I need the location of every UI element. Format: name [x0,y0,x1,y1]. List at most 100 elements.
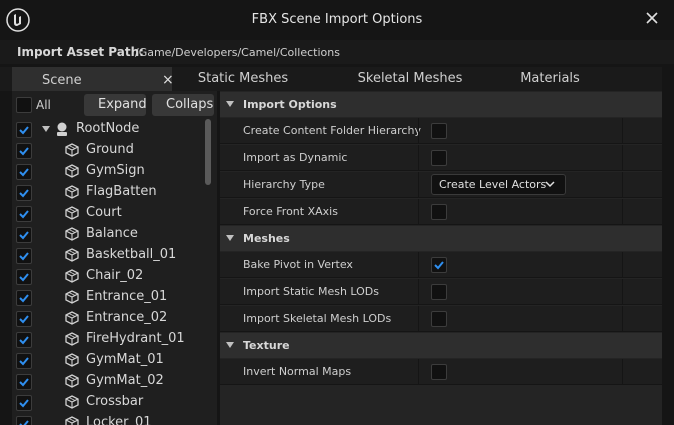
import-path-row: Import Asset Path: /Game/Developers/Came… [0,40,674,64]
tree-item-row[interactable]: Entrance_01 [12,287,207,308]
hierarchy-type-dropdown[interactable]: Create Level Actors [431,174,566,195]
column-divider[interactable] [418,118,419,144]
tab-skeletal-meshes[interactable]: Skeletal Meshes [330,67,490,91]
property-checkbox[interactable] [431,204,447,220]
tree-item-row[interactable]: FireHydrant_01 [12,329,207,350]
property-label: Create Content Folder Hierarchy [243,124,421,137]
property-checkbox[interactable] [431,311,447,327]
property-checkbox[interactable] [431,364,447,380]
property-row: Create Content Folder Hierarchy [220,118,662,144]
column-divider[interactable] [418,172,419,198]
chevron-down-icon [226,342,234,348]
property-checkbox[interactable] [431,284,447,300]
column-divider[interactable] [418,145,419,171]
checkmark-icon [19,231,29,240]
tree-item-checkbox[interactable] [16,164,32,180]
expand-button[interactable]: Expand [84,94,146,116]
static-mesh-icon [65,332,79,346]
tree-item-checkbox[interactable] [16,374,32,390]
tree-item-row[interactable]: Entrance_02 [12,308,207,329]
column-divider [622,252,623,278]
property-checkbox[interactable] [431,123,447,139]
tree-item-checkbox[interactable] [16,248,32,264]
tree-item-row[interactable]: GymMat_02 [12,371,207,392]
tree-item-label: GymMat_02 [86,373,164,388]
tab-label: Static Meshes [197,71,289,86]
column-divider[interactable] [418,252,419,278]
import-path-value: /Game/Developers/Camel/Collections [135,46,340,59]
tree-item-row[interactable]: Chair_02 [12,266,207,287]
checkmark-icon [19,273,29,282]
root-checkbox[interactable] [16,122,32,138]
tree-item-checkbox[interactable] [16,332,32,348]
collapse-button[interactable]: Collapse [152,94,214,116]
static-mesh-icon [65,290,79,304]
collapse-button-label: Collapse [166,97,214,112]
tree-item-checkbox[interactable] [16,290,32,306]
tree-item-checkbox[interactable] [16,206,32,222]
tree-item-label: Balance [86,226,138,241]
tree-item-label: FlagBatten [86,184,157,199]
checkmark-icon [19,189,29,198]
chevron-down-icon [226,235,234,241]
chevron-down-icon [545,181,555,188]
tree-item-row[interactable]: GymMat_01 [12,350,207,371]
column-divider [622,118,623,144]
tree-item-row[interactable]: Balance [12,224,207,245]
property-row: Import Static Mesh LODs [220,279,662,305]
section-header[interactable]: Import Options [220,92,662,117]
checkmark-icon [19,336,29,345]
section-header[interactable]: Meshes [220,226,662,251]
column-divider[interactable] [418,359,419,385]
close-icon[interactable] [642,8,662,28]
section-header[interactable]: Texture [220,333,662,358]
tree-item-label: Court [86,205,122,220]
property-label: Invert Normal Maps [243,365,352,378]
tab-static-meshes[interactable]: Static Meshes [172,67,314,91]
tree-item-checkbox[interactable] [16,185,32,201]
checkmark-icon [19,147,29,156]
expand-arrow-icon[interactable] [41,125,51,133]
property-label: Force Front XAxis [243,205,338,218]
tree-item-checkbox[interactable] [16,311,32,327]
tree-item-checkbox[interactable] [16,269,32,285]
title-bar: FBX Scene Import Options [0,0,674,40]
tree-item-row[interactable]: FlagBatten [12,182,207,203]
checkmark-icon [19,210,29,219]
tree-item-row[interactable]: Ground [12,140,207,161]
column-divider[interactable] [418,279,419,305]
tree-scrollbar[interactable] [205,119,211,185]
property-label: Hierarchy Type [243,178,325,191]
import-path-label: Import Asset Path: [17,45,144,59]
checkmark-icon [434,261,444,270]
all-checkbox[interactable] [16,97,32,113]
tree-root-row[interactable]: RootNode [12,119,207,140]
checkmark-icon [19,252,29,261]
tab-materials[interactable]: Materials [490,67,610,91]
tree-item-checkbox[interactable] [16,143,32,159]
tree-item-checkbox[interactable] [16,353,32,369]
tree-root-label: RootNode [76,121,140,136]
property-row: Import as Dynamic [220,145,662,171]
tab-scene[interactable]: Scene × [12,67,174,93]
tree-item-checkbox[interactable] [16,416,32,425]
column-divider[interactable] [418,306,419,332]
property-checkbox[interactable] [431,257,447,273]
tree-item-row[interactable]: Court [12,203,207,224]
tree-item-row[interactable]: Basketball_01 [12,245,207,266]
tree-item-label: Crossbar [86,394,144,409]
column-divider [622,359,623,385]
tree-item-row[interactable]: Locker_01 [12,413,207,425]
property-row: Force Front XAxis [220,199,662,225]
scene-tree: RootNode Ground GymSign FlagBatten Court Bal… [12,118,217,425]
property-label: Import Static Mesh LODs [243,285,380,298]
tree-item-checkbox[interactable] [16,227,32,243]
static-mesh-icon [65,227,79,241]
property-checkbox[interactable] [431,150,447,166]
static-mesh-icon [65,374,79,388]
checkmark-icon [19,399,29,408]
tree-item-row[interactable]: Crossbar [12,392,207,413]
tree-item-row[interactable]: GymSign [12,161,207,182]
tree-item-checkbox[interactable] [16,395,32,411]
column-divider[interactable] [418,199,419,225]
